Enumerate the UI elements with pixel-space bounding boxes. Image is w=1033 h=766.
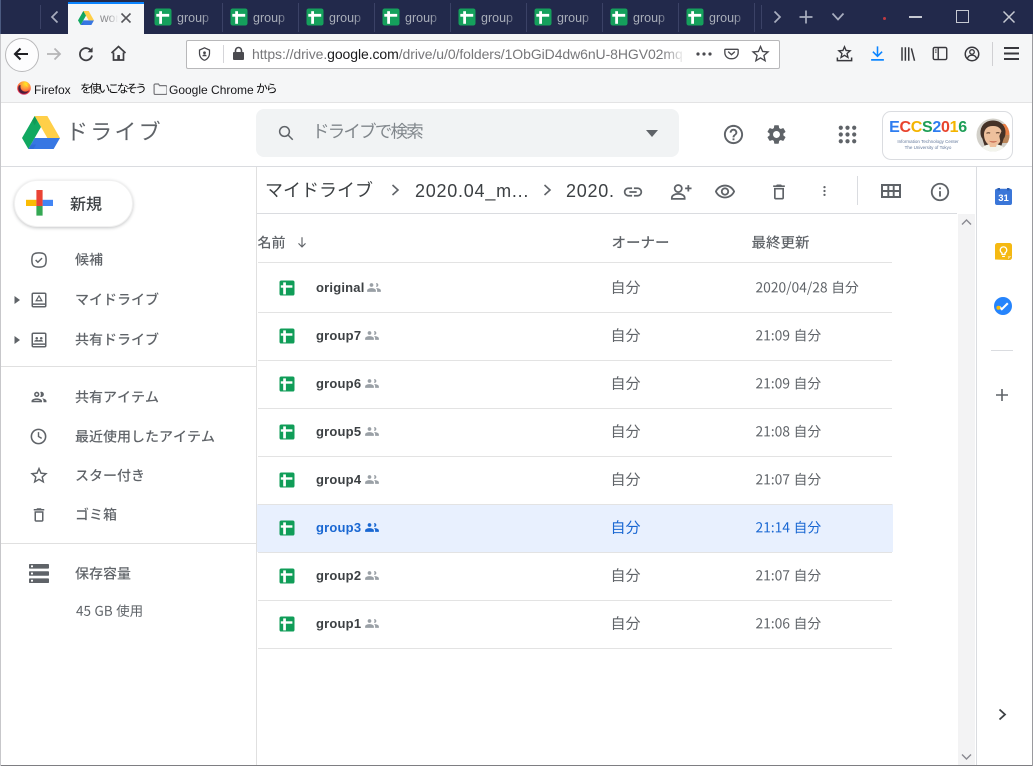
svg-text:31: 31: [998, 192, 1009, 203]
